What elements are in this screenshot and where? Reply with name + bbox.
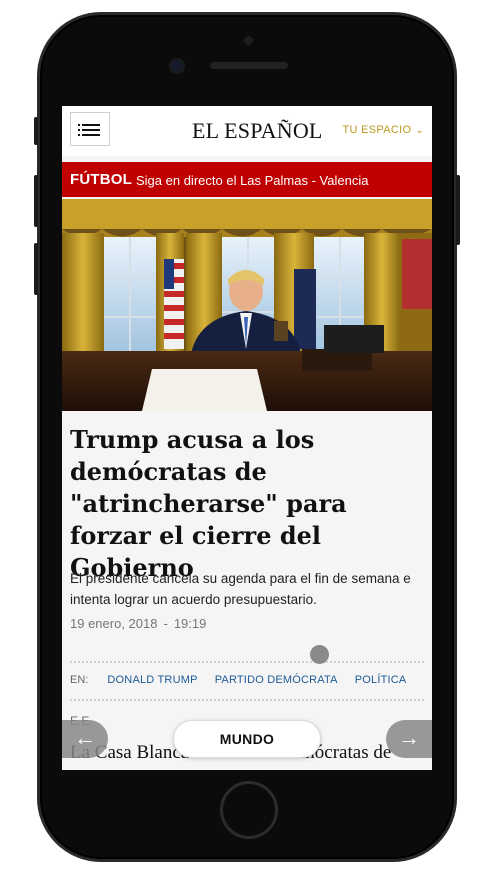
tag-link-partido-democrata[interactable]: PARTIDO DEMÓCRATA [215,674,338,686]
tags-label: EN: [70,674,89,686]
chevron-down-icon: ⌄ [415,125,424,136]
front-camera [171,60,183,72]
divider-top [70,661,424,663]
article-photo[interactable] [62,199,432,411]
article-date: 19 enero, 2018 [70,616,158,631]
section-button[interactable]: MUNDO [173,720,321,758]
hamburger-menu-icon [78,124,100,126]
tu-espacio-label: TU ESPACIO [342,124,412,136]
scroll-indicator[interactable] [310,645,329,664]
live-news-bar[interactable]: FÚTBOL Siga en directo el Las Palmas - V… [62,162,432,197]
screen: EL ESPAÑOL TU ESPACIO ⌄ FÚTBOL Siga en di… [62,106,432,770]
article-tags: EN: DONALD TRUMP PARTIDO DEMÓCRATA POLÍT… [70,674,420,686]
home-button[interactable] [220,781,278,839]
article-dateline: 19 enero, 2018-19:19 [70,616,206,631]
tag-link-donald-trump[interactable]: DONALD TRUMP [107,674,197,686]
next-article-button[interactable]: → [386,720,432,758]
previous-article-button[interactable]: ← [62,720,108,758]
divider-bottom [70,699,424,701]
site-logo[interactable]: EL ESPAÑOL [192,118,323,144]
article-headline[interactable]: Trump acusa a los demócratas de "atrinch… [70,424,426,584]
menu-button[interactable] [70,112,110,146]
tag-link-politica[interactable]: POLÍTICA [355,674,407,686]
tu-espacio-link[interactable]: TU ESPACIO ⌄ [343,124,425,136]
power-button [456,175,460,245]
live-bar-tag: FÚTBOL [70,171,133,188]
date-separator: - [163,616,168,631]
oval-office-photo [62,199,432,411]
hamburger-line [78,134,100,136]
proximity-sensor [244,36,253,45]
article-time: 19:19 [173,616,207,631]
arrow-left-icon: ← [74,725,96,750]
top-bar: EL ESPAÑOL TU ESPACIO ⌄ [62,106,432,156]
mute-switch [34,117,38,145]
article-subhead: El presidente cancela su agenda para el … [70,571,411,607]
volume-down-button [34,243,38,295]
earpiece-speaker [210,62,288,69]
live-bar-text: Siga en directo el Las Palmas - Valencia [136,173,369,188]
hamburger-line [78,129,100,131]
arrow-right-icon: → [398,725,420,750]
volume-up-button [34,175,38,227]
